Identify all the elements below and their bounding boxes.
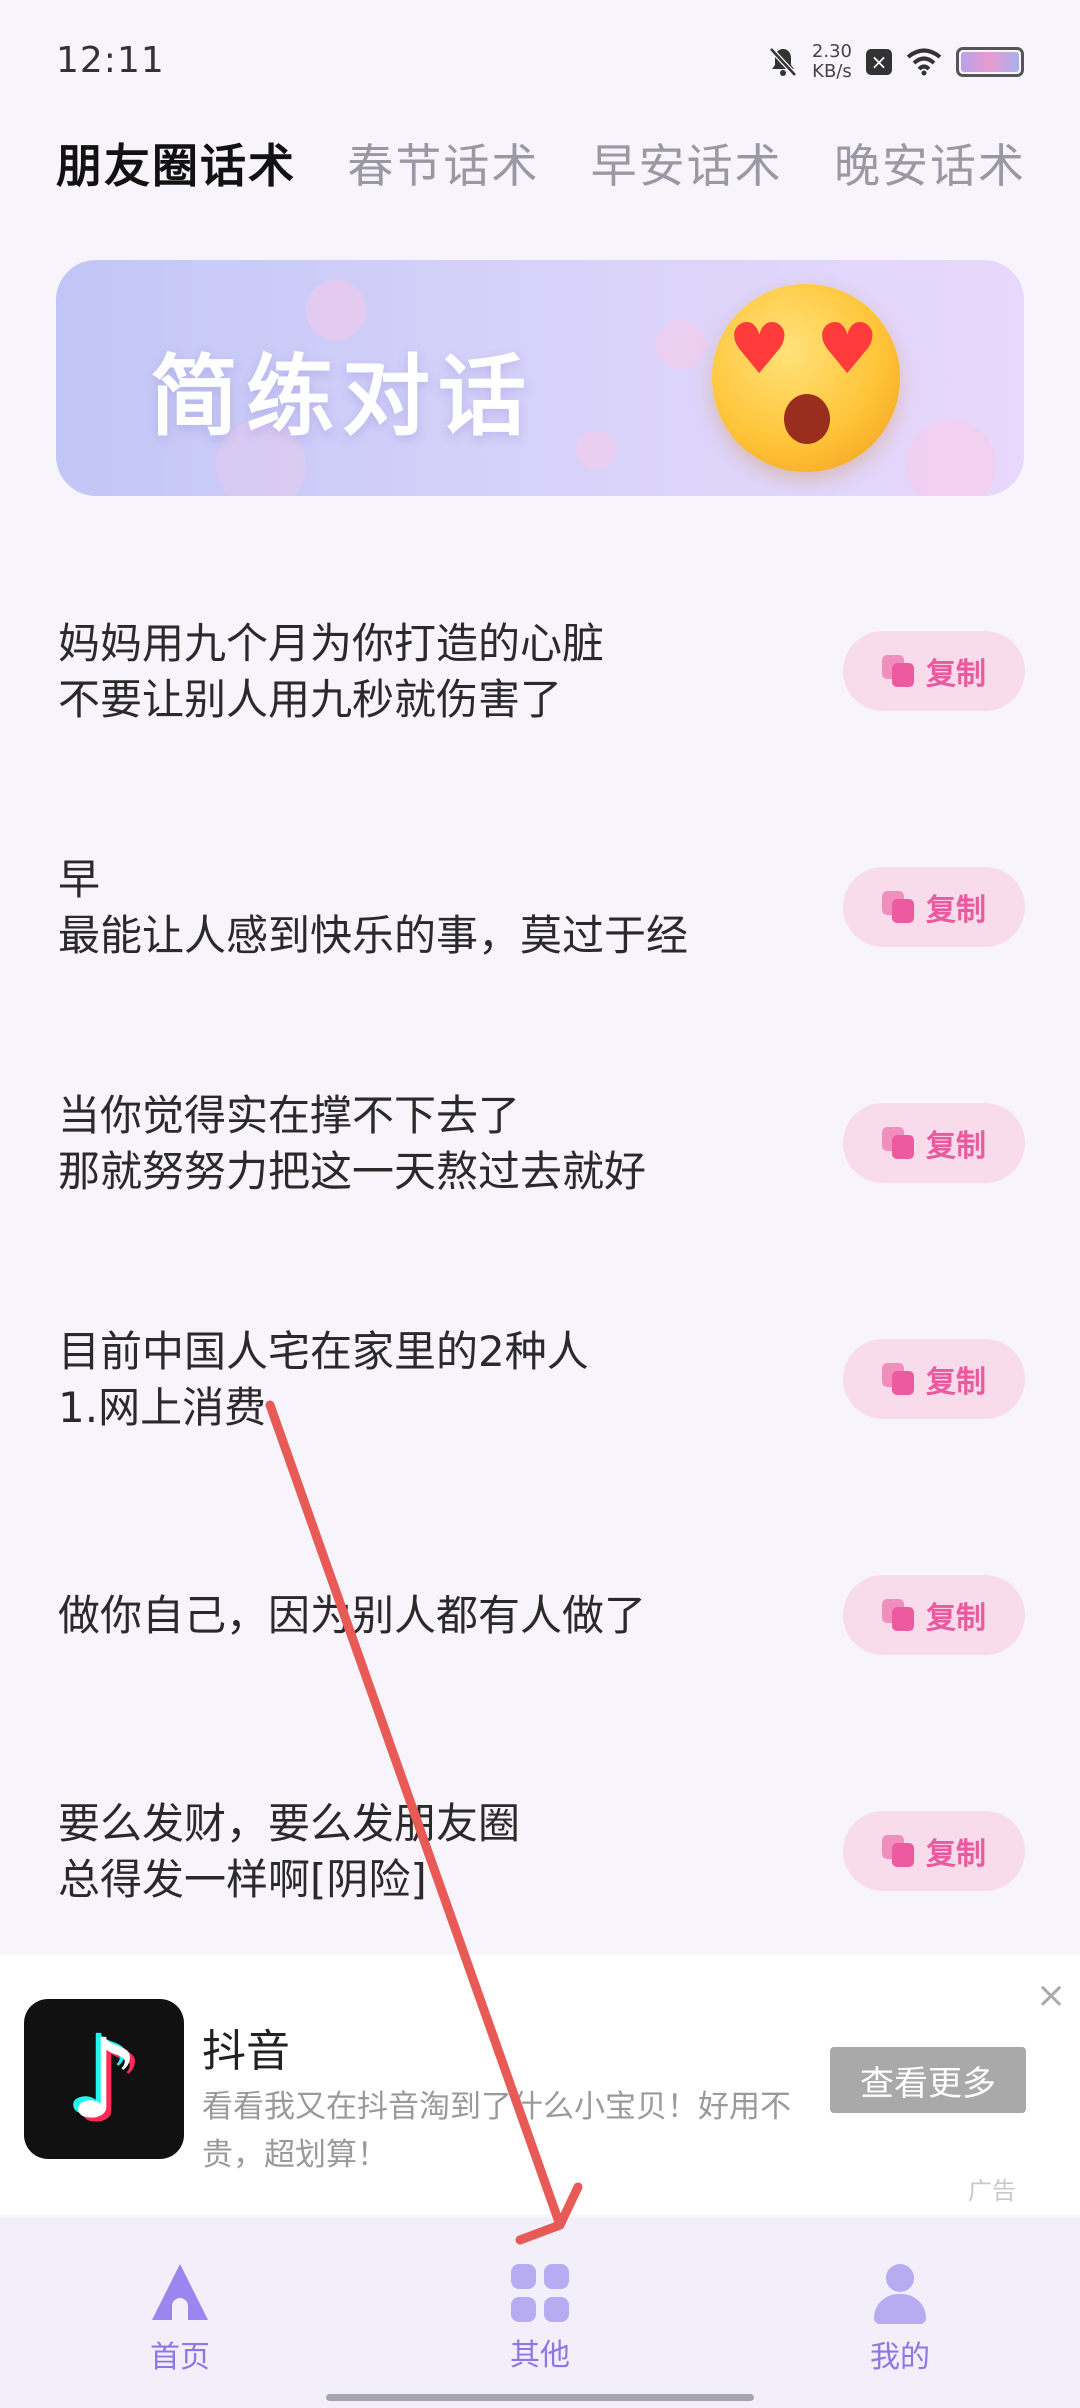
- copy-icon: [882, 891, 916, 923]
- phrase-text: 做你自己，因为别人都有人做了: [58, 1591, 647, 1640]
- douyin-logo-icon: ♪: [24, 1999, 184, 2159]
- tab-good-morning[interactable]: 早安话术: [591, 130, 783, 196]
- notification-x-icon: ×: [866, 49, 892, 75]
- copy-icon: [882, 655, 916, 687]
- nav-label-other: 其他: [510, 2338, 570, 2373]
- list-item: 目前中国人宅在家里的2种人 1.网上消费 复制: [0, 1268, 1080, 1504]
- phrase-text: 目前中国人宅在家里的2种人 1.网上消费: [58, 1327, 589, 1432]
- copy-button[interactable]: 复制: [843, 1103, 1025, 1183]
- ad-tag: 广告: [968, 2177, 1016, 2205]
- copy-button[interactable]: 复制: [843, 867, 1025, 947]
- ad-title: 抖音: [202, 2026, 290, 2077]
- list-item: 妈妈用九个月为你打造的心脏 不要让别人用九秒就伤害了 复制: [0, 560, 1080, 796]
- nav-item-mine[interactable]: 我的: [820, 2264, 980, 2376]
- copy-icon: [882, 1835, 916, 1867]
- copy-label: 复制: [926, 893, 986, 928]
- nav-item-other[interactable]: 其他: [460, 2264, 620, 2374]
- ad-description: 看看我又在抖音淘到了什么小宝贝！好用不贵，超划算！: [202, 2089, 791, 2173]
- category-tabs: 朋友圈话术 春节话术 早安话术 晚安话术: [56, 130, 1026, 196]
- copy-label: 复制: [926, 1365, 986, 1400]
- copy-icon: [882, 1363, 916, 1395]
- status-icons: 2.30 KB/s ×: [768, 42, 1024, 82]
- copy-icon: [882, 1599, 916, 1631]
- nav-label-home: 首页: [150, 2340, 210, 2375]
- heart-eyes-emoji-icon: ♥ ♥: [712, 284, 900, 472]
- phrase-text: 早 最能让人感到快乐的事，莫过于经: [58, 855, 689, 960]
- banner-title: 简练对话: [150, 345, 535, 448]
- bottom-nav: 首页 其他 我的: [0, 2218, 1080, 2408]
- tab-good-night[interactable]: 晚安话术: [834, 130, 1026, 196]
- nav-label-mine: 我的: [870, 2340, 930, 2375]
- phrase-text: 妈妈用九个月为你打造的心脏 不要让别人用九秒就伤害了: [58, 619, 605, 724]
- ad-view-more-button[interactable]: 查看更多: [830, 2047, 1026, 2113]
- phrase-text: 当你觉得实在撑不下去了 那就努努力把这一天熬过去就好: [58, 1091, 647, 1196]
- copy-label: 复制: [926, 1129, 986, 1164]
- copy-button[interactable]: 复制: [843, 1575, 1025, 1655]
- mute-bell-icon: [769, 47, 797, 77]
- home-indicator: [326, 2394, 754, 2401]
- list-item: 当你觉得实在撑不下去了 那就努努力把这一天熬过去就好 复制: [0, 1032, 1080, 1268]
- ad-close-icon[interactable]: ×: [1036, 1975, 1066, 2016]
- copy-button[interactable]: 复制: [843, 1811, 1025, 1891]
- user-icon: [870, 2264, 930, 2324]
- phrase-text: 要么发财，要么发朋友圈 总得发一样啊[阴险]: [58, 1799, 521, 1904]
- copy-label: 复制: [926, 1837, 986, 1872]
- copy-button[interactable]: 复制: [843, 1339, 1025, 1419]
- net-speed-unit: KB/s: [812, 61, 852, 82]
- net-speed: 2.30 KB/s: [812, 42, 852, 82]
- list-item: 做你自己，因为别人都有人做了 复制: [0, 1504, 1080, 1740]
- tab-moments[interactable]: 朋友圈话术: [56, 130, 296, 196]
- copy-label: 复制: [926, 1601, 986, 1636]
- status-time: 12:11: [56, 40, 165, 81]
- status-bar: 12:11 2.30 KB/s ×: [0, 0, 1080, 120]
- net-speed-value: 2.30: [811, 41, 852, 62]
- battery-icon: [956, 47, 1024, 77]
- copy-button[interactable]: 复制: [843, 631, 1025, 711]
- list-item: 早 最能让人感到快乐的事，莫过于经 复制: [0, 796, 1080, 1032]
- copy-icon: [882, 1127, 916, 1159]
- home-icon: [150, 2264, 210, 2324]
- ad-banner[interactable]: ♪ 抖音 看看我又在抖音淘到了什么小宝贝！好用不贵，超划算！ 查看更多 × 广告: [0, 1955, 1080, 2215]
- list-item: 要么发财，要么发朋友圈 总得发一样啊[阴险] 复制: [0, 1740, 1080, 1976]
- banner[interactable]: 简练对话 ♥ ♥: [56, 260, 1024, 496]
- nav-item-home[interactable]: 首页: [100, 2264, 260, 2376]
- copy-label: 复制: [926, 657, 986, 692]
- wifi-icon: [906, 48, 942, 76]
- grid-icon: [511, 2264, 569, 2322]
- tab-spring-festival[interactable]: 春节话术: [347, 130, 539, 196]
